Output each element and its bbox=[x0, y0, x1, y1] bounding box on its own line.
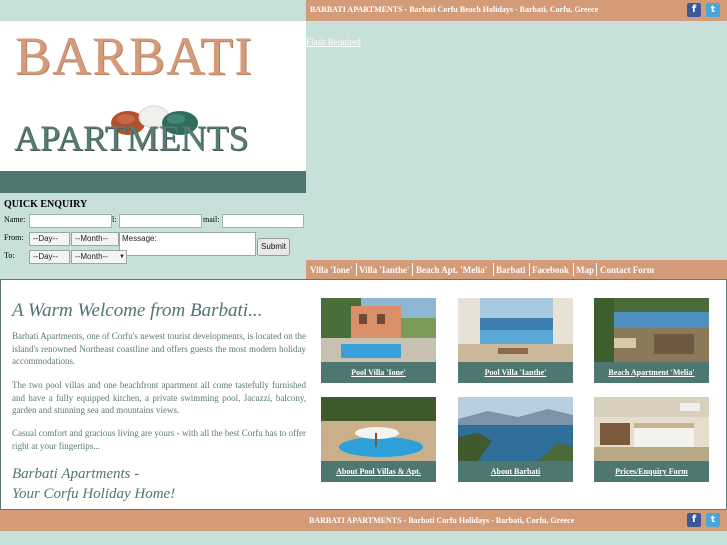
site-logo[interactable]: BARBATI APARTMENTS bbox=[0, 21, 306, 171]
photo-villa-ione[interactable] bbox=[321, 298, 436, 362]
nav-facebook[interactable]: Facebook bbox=[532, 265, 569, 275]
submit-button[interactable]: Submit bbox=[257, 238, 290, 256]
nav-villa-ianthe[interactable]: Villa 'Ianthe' bbox=[359, 265, 409, 275]
email-label: mail: bbox=[203, 215, 220, 224]
photo-beach-apartment-melia[interactable] bbox=[594, 298, 709, 362]
from-month-select[interactable]: --Month-- bbox=[71, 232, 119, 246]
welcome-heading: A Warm Welcome from Barbati... bbox=[12, 300, 263, 321]
nav-separator bbox=[493, 263, 494, 276]
name-input[interactable] bbox=[29, 214, 112, 228]
name-label: Name: bbox=[4, 215, 26, 224]
tel-input[interactable] bbox=[119, 214, 202, 228]
nav-separator bbox=[412, 263, 413, 276]
photo-about-pool-villas[interactable] bbox=[321, 397, 436, 461]
chevron-down-icon: ▼ bbox=[119, 254, 125, 260]
footer-title: BARBATI APARTMENTS - Barbati Corfu Holid… bbox=[309, 516, 575, 525]
quick-enquiry-title: QUICK ENQUIRY bbox=[4, 199, 88, 210]
nav-villa-ione[interactable]: Villa 'Ione' bbox=[310, 265, 352, 275]
intro-paragraph: Barbati Apartments, one of Corfu's newes… bbox=[12, 331, 306, 367]
photo-villa-ianthe[interactable] bbox=[458, 298, 573, 362]
message-textarea[interactable]: Message: bbox=[119, 232, 256, 256]
nav-separator bbox=[573, 263, 574, 276]
photo-about-barbati[interactable] bbox=[458, 397, 573, 461]
nav-beach-apt-melia[interactable]: Beach Apt. 'Melia' bbox=[416, 265, 487, 275]
tagline-line-2: Your Corfu Holiday Home! bbox=[12, 486, 176, 502]
caption-about-pool-villas[interactable]: About Pool Villas & Apt. bbox=[321, 461, 436, 482]
main-nav: Villa 'Ione' Villa 'Ianthe' Beach Apt. '… bbox=[306, 260, 727, 279]
nav-separator bbox=[356, 263, 357, 276]
top-bar-left-fill bbox=[0, 0, 306, 21]
caption-beach-apartment-melia[interactable]: Beach Apartment 'Melia' bbox=[594, 362, 709, 383]
logo-text-barbati: BARBATI bbox=[15, 26, 254, 86]
nav-contact-form[interactable]: Contact Form bbox=[600, 265, 654, 275]
to-month-select[interactable]: --Month-- ▼ bbox=[71, 250, 127, 264]
from-label: From: bbox=[4, 233, 24, 242]
to-day-select[interactable]: --Day-- bbox=[29, 250, 70, 264]
to-label: To: bbox=[4, 251, 15, 260]
nav-map[interactable]: Map bbox=[576, 265, 594, 275]
caption-villa-ione[interactable]: Pool Villa 'Ione' bbox=[321, 362, 436, 383]
logo-text-apartments: APARTMENTS bbox=[14, 118, 249, 158]
twitter-icon[interactable]: t bbox=[706, 3, 720, 17]
caption-villa-ianthe[interactable]: Pool Villa 'Ianthe' bbox=[458, 362, 573, 383]
flash-required-link[interactable]: Flash Required bbox=[306, 37, 361, 47]
nav-separator bbox=[596, 263, 597, 276]
tagline-line-1: Barbati Apartments - bbox=[12, 466, 140, 482]
comfort-paragraph: Casual comfort and gracious living are y… bbox=[12, 428, 306, 451]
nav-barbati[interactable]: Barbati bbox=[496, 265, 526, 275]
photo-prices-enquiry[interactable] bbox=[594, 397, 709, 461]
twitter-icon[interactable]: t bbox=[706, 513, 720, 527]
from-day-select[interactable]: --Day-- bbox=[29, 232, 70, 246]
villas-paragraph: The two pool villas and one beachfront a… bbox=[12, 380, 306, 416]
tel-label: l: bbox=[112, 215, 117, 224]
footer-bar: BARBATI APARTMENTS - Barbati Corfu Holid… bbox=[0, 510, 727, 531]
site-title: BARBATI APARTMENTS - Barbati Corfu Beach… bbox=[310, 5, 599, 14]
email-input[interactable] bbox=[222, 214, 304, 228]
top-bar: BARBATI APARTMENTS - Barbati Corfu Beach… bbox=[0, 0, 727, 21]
facebook-icon[interactable]: f bbox=[687, 513, 701, 527]
logo-divider-band bbox=[0, 171, 306, 193]
to-month-select-value: --Month-- bbox=[75, 252, 108, 261]
caption-about-barbati[interactable]: About Barbati bbox=[458, 461, 573, 482]
caption-prices-enquiry[interactable]: Prices/Enquiry Form bbox=[594, 461, 709, 482]
facebook-icon[interactable]: f bbox=[687, 3, 701, 17]
nav-separator bbox=[529, 263, 530, 276]
